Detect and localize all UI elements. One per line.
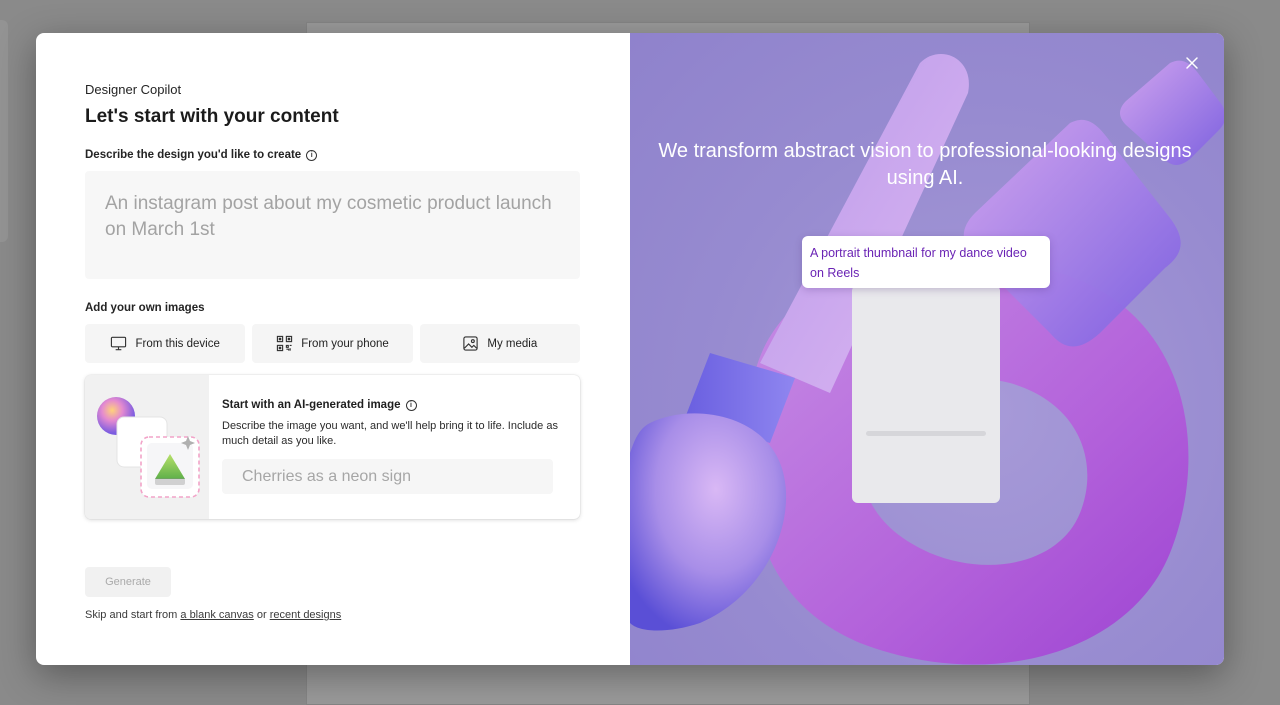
designer-copilot-dialog: Designer Copilot Let's start with your c… (36, 33, 1224, 665)
ai-image-card: Start with an AI-generated image i Descr… (85, 375, 580, 519)
phone-preview (852, 285, 1000, 503)
recent-designs-link[interactable]: recent designs (270, 609, 342, 621)
ai-image-title-row: Start with an AI-generated image i (222, 399, 417, 411)
design-prompt-input[interactable] (85, 171, 580, 279)
from-this-device-label: From this device (135, 337, 220, 350)
ai-image-title: Start with an AI-generated image (222, 399, 401, 411)
hero-tagline: We transform abstract vision to professi… (658, 140, 1192, 189)
qr-code-icon (277, 335, 293, 352)
info-icon[interactable]: i (306, 149, 318, 161)
from-your-phone-label: From your phone (301, 337, 389, 350)
close-icon[interactable] (1182, 53, 1202, 73)
my-media-button[interactable]: My media (419, 324, 580, 363)
background-panel (0, 20, 8, 242)
image-icon (463, 336, 479, 351)
phone-progress-bar (866, 431, 986, 436)
content-panel: Designer Copilot Let's start with your c… (36, 33, 630, 665)
prompt-label: Describe the design you'd like to create (85, 149, 302, 161)
skip-prefix: Skip and start from (85, 609, 178, 621)
ai-image-prompt-input[interactable] (222, 459, 553, 494)
image-source-buttons: From this device From your phone My medi… (85, 324, 580, 363)
skip-or: or (256, 609, 267, 621)
my-media-label: My media (487, 337, 538, 350)
hero-panel: We transform abstract vision to professi… (630, 33, 1224, 665)
images-label: Add your own images (85, 302, 205, 314)
info-icon[interactable]: i (405, 399, 417, 411)
app-name: Designer Copilot (85, 82, 182, 97)
skip-text: Skip and start from a blank canvas or re… (85, 609, 341, 621)
ai-image-description: Describe the image you want, and we'll h… (222, 420, 558, 447)
generate-button[interactable]: Generate (85, 567, 171, 597)
example-prompt-bubble: A portrait thumbnail for my dance video … (802, 236, 1050, 288)
from-your-phone-button[interactable]: From your phone (252, 324, 413, 363)
ai-image-illustration (85, 375, 209, 519)
monitor-icon (111, 336, 127, 351)
ai-collage-icon (97, 397, 200, 498)
page-title: Let's start with your content (85, 106, 339, 127)
blank-canvas-link[interactable]: a blank canvas (180, 609, 253, 621)
from-this-device-button[interactable]: From this device (85, 324, 246, 363)
prompt-label-row: Describe the design you'd like to create… (85, 149, 318, 161)
